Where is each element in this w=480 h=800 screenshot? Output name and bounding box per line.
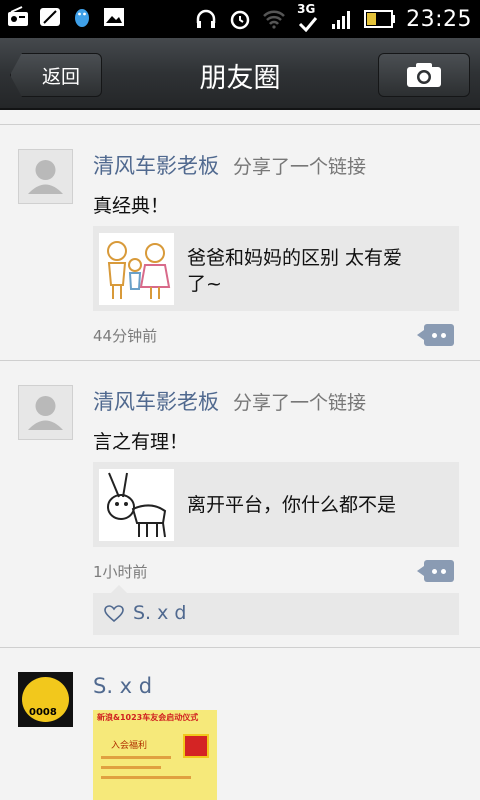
- gallery-icon: [104, 8, 124, 26]
- post-author[interactable]: 清风车影老板 分享了一个链接: [93, 386, 366, 416]
- avatar-text: 0008: [29, 707, 57, 718]
- liker-name[interactable]: S. x d: [133, 602, 186, 624]
- navigation-bar: 返回 朋友圈: [0, 38, 480, 110]
- post-action: 分享了一个链接: [233, 156, 367, 178]
- avatar[interactable]: [18, 149, 73, 204]
- avatar[interactable]: [18, 385, 73, 440]
- heart-icon: [104, 605, 124, 623]
- battery-icon: [364, 10, 396, 28]
- moments-feed[interactable]: 清风车影老板 分享了一个链接 真经典！ 爸爸和妈妈的区别 太有爱 了~ 44分钟…: [0, 112, 480, 800]
- post-text: 言之有理！: [93, 431, 189, 453]
- divider: [0, 124, 480, 125]
- comment-button[interactable]: [417, 560, 454, 582]
- post-text: 真经典！: [93, 195, 170, 217]
- likes-box: S. x d: [93, 585, 459, 635]
- alarm-icon: [230, 10, 250, 30]
- camera-button[interactable]: [378, 53, 470, 97]
- post-image[interactable]: 新浪&1023车友会启动仪式 入会福利: [93, 710, 217, 800]
- post-author[interactable]: 清风车影老板 分享了一个链接: [93, 150, 366, 180]
- link-title-line2: 了~: [187, 273, 222, 295]
- default-avatar-icon: [28, 160, 63, 194]
- headphones-icon: [196, 9, 216, 28]
- signal-icon: [332, 11, 351, 29]
- link-title-line1: 离开平台，你什么都不是: [187, 494, 397, 516]
- comment-button[interactable]: [417, 324, 454, 346]
- radio-icon: [8, 6, 28, 26]
- shared-link-card[interactable]: 离开平台，你什么都不是: [93, 462, 459, 547]
- divider: [0, 360, 480, 361]
- network-3g-icon: 3G: [296, 2, 320, 34]
- image-title: 新浪&1023车友会启动仪式: [97, 713, 199, 722]
- shared-link-card[interactable]: 爸爸和妈妈的区别 太有爱 了~: [93, 226, 459, 311]
- link-title-line1: 爸爸和妈妈的区别 太有爱: [187, 247, 403, 269]
- status-bar: 3G 23:25: [0, 0, 480, 38]
- author-name[interactable]: S. x d: [93, 674, 152, 698]
- feather-icon: [40, 8, 60, 26]
- post-time: 44分钟前: [93, 327, 158, 345]
- camera-icon: [407, 63, 441, 87]
- wifi-icon: [263, 10, 285, 29]
- qq-penguin-icon: [75, 9, 89, 27]
- clock: 23:25: [406, 6, 472, 32]
- image-caption: 入会福利: [111, 741, 148, 751]
- link-thumbnail: [99, 233, 174, 305]
- post-action: 分享了一个链接: [233, 392, 367, 414]
- default-avatar-icon: [28, 396, 63, 430]
- link-thumbnail: [99, 469, 174, 541]
- avatar[interactable]: 0008: [18, 672, 73, 727]
- author-name[interactable]: 清风车影老板: [93, 390, 219, 414]
- author-name[interactable]: 清风车影老板: [93, 154, 219, 178]
- divider: [0, 647, 480, 648]
- post-author[interactable]: S. x d: [93, 674, 152, 698]
- post-time: 1小时前: [93, 563, 148, 581]
